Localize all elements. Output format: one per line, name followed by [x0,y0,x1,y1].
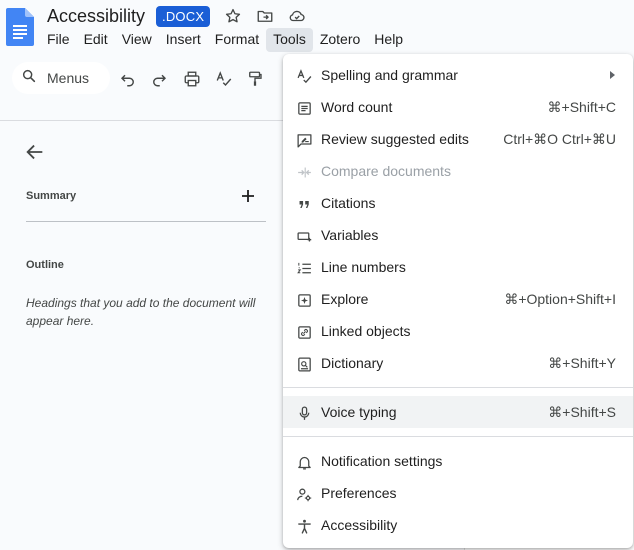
search-icon [21,68,37,89]
menu-bar: File Edit View Insert Format Tools Zoter… [40,28,410,52]
search-menus-label: Menus [47,70,90,86]
shortcut-label: Ctrl+⌘O Ctrl+⌘U [503,131,616,147]
spellcheck-icon[interactable] [215,70,233,88]
docs-logo-icon[interactable] [6,8,34,46]
menu-item-label: Variables [321,227,379,243]
menu-item-notification-settings[interactable]: Notification settings [283,445,633,477]
menu-item-line-numbers[interactable]: Line numbers [283,251,633,283]
menu-item-accessibility[interactable]: Accessibility [283,509,633,541]
menu-item-label: Spelling and grammar [321,67,458,83]
menu-item-label: Explore [321,291,369,307]
cloud-saved-icon[interactable] [288,7,306,25]
shortcut-label: ⌘+Shift+Y [548,355,616,371]
document-title[interactable]: Accessibility [47,6,145,27]
compare-arrows-icon [295,163,313,181]
menu-item-label: Review suggested edits [321,131,469,147]
menu-item-label: Voice typing [321,404,397,420]
outline-label: Outline [26,259,64,271]
spellcheck-icon [295,67,313,85]
paint-format-icon[interactable] [246,70,264,88]
variables-icon [295,227,313,245]
redo-icon[interactable] [150,70,168,88]
tools-dropdown-menu: Spelling and grammar Word count ⌘+Shift+… [283,54,633,548]
menu-item-label: Accessibility [321,517,398,533]
quote-icon [295,195,313,213]
print-icon[interactable] [183,70,201,88]
submenu-arrow-icon [610,71,615,79]
back-arrow-icon[interactable] [24,141,46,163]
manage-accounts-icon [295,485,313,503]
menu-separator [283,436,633,437]
shortcut-label: ⌘+Option+Shift+I [504,291,616,307]
file-type-badge: .DOCX [156,5,211,27]
menu-item-label: Word count [321,99,393,115]
document-outline-panel: Summary Outline Headings that you add to… [0,120,290,550]
menu-file[interactable]: File [40,28,77,52]
move-folder-icon[interactable] [256,7,274,25]
google-docs-window: Accessibility .DOCX File Edit View Inser… [0,0,634,550]
menu-item-label: Dictionary [321,355,384,371]
microphone-icon [295,404,313,422]
menu-item-compare-documents: Compare documents [283,155,633,187]
add-summary-icon[interactable] [241,189,255,203]
rate-review-icon [295,131,313,149]
word-count-icon [295,99,313,117]
menu-item-label: Preferences [321,485,397,501]
dictionary-icon [295,355,313,373]
menu-item-label: Compare documents [321,163,451,179]
summary-label: Summary [26,190,77,202]
menu-item-explore[interactable]: Explore ⌘+Option+Shift+I [283,283,633,315]
menu-item-review-suggested-edits[interactable]: Review suggested edits Ctrl+⌘O Ctrl+⌘U [283,123,633,155]
line-numbers-icon [295,259,313,277]
menu-item-variables[interactable]: Variables [283,219,633,251]
menu-item-word-count[interactable]: Word count ⌘+Shift+C [283,91,633,123]
outline-empty-hint: Headings that you add to the document wi… [26,296,256,328]
shortcut-label: ⌘+Shift+S [548,404,616,420]
menu-item-dictionary[interactable]: Dictionary ⌘+Shift+Y [283,347,633,379]
explore-icon [295,291,313,309]
menu-help[interactable]: Help [367,28,410,52]
menu-item-label: Notification settings [321,453,443,469]
search-menus-button[interactable]: Menus [12,62,110,94]
bell-icon [295,453,313,471]
menu-tools[interactable]: Tools [266,28,313,52]
menu-separator [283,387,633,388]
menu-insert[interactable]: Insert [159,28,208,52]
menu-item-label: Linked objects [321,323,411,339]
menu-view[interactable]: View [115,28,159,52]
menu-zotero[interactable]: Zotero [313,28,367,52]
title-row: Accessibility .DOCX [47,4,306,28]
menu-item-spelling-grammar[interactable]: Spelling and grammar [283,59,633,91]
shortcut-label: ⌘+Shift+C [547,99,616,115]
menu-format[interactable]: Format [208,28,266,52]
menu-item-preferences[interactable]: Preferences [283,477,633,509]
menu-item-linked-objects[interactable]: Linked objects [283,315,633,347]
linked-objects-icon [295,323,313,341]
menu-item-label: Citations [321,195,376,211]
panel-divider [26,221,266,222]
menu-item-label: Line numbers [321,259,406,275]
star-icon[interactable] [224,7,242,25]
menu-edit[interactable]: Edit [77,28,115,52]
menu-item-citations[interactable]: Citations [283,187,633,219]
undo-icon[interactable] [119,70,137,88]
menu-item-voice-typing[interactable]: Voice typing ⌘+Shift+S [283,396,633,428]
accessibility-icon [295,517,313,535]
